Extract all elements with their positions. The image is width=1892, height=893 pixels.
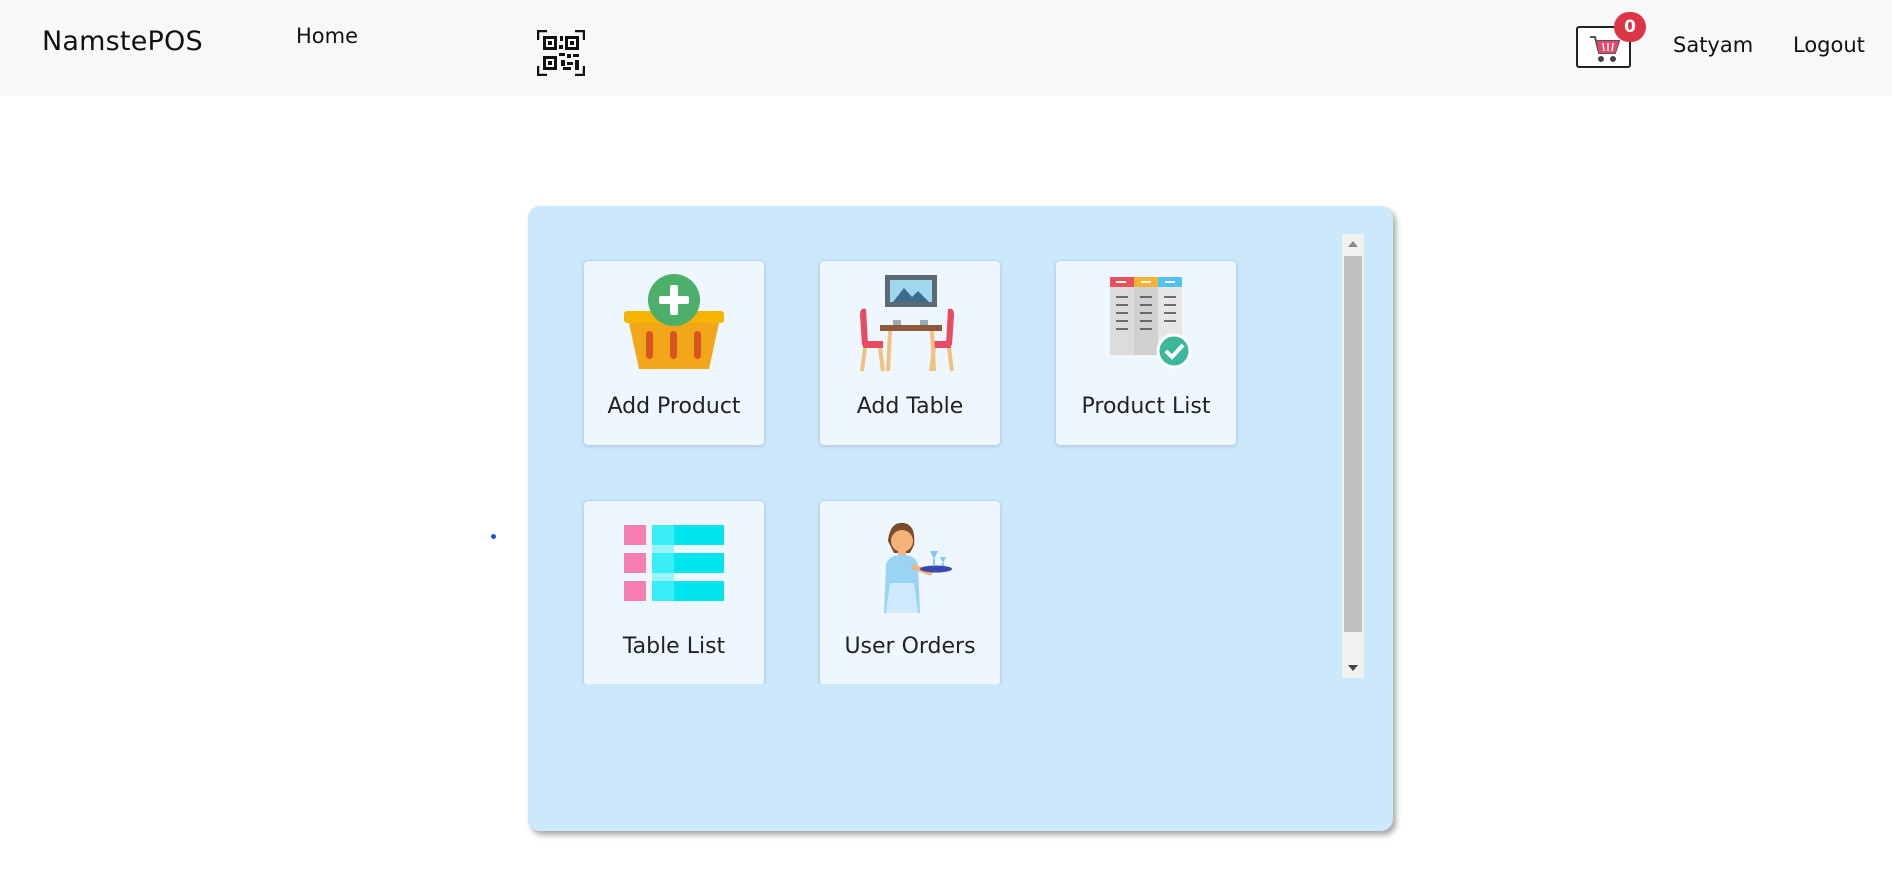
tile-table-list[interactable]: Table List xyxy=(583,500,765,684)
tile-label: Table List xyxy=(622,634,726,659)
nav-home-link[interactable]: Home xyxy=(296,24,358,48)
cart-count-badge: 0 xyxy=(1614,12,1646,42)
logout-link[interactable]: Logout xyxy=(1793,33,1865,57)
tile-user-orders[interactable]: User Orders xyxy=(819,500,1001,684)
brand-logo[interactable]: NamstePOS xyxy=(42,26,203,57)
tile-add-product[interactable]: Add Product xyxy=(583,260,765,446)
tile-label: Product List xyxy=(1081,394,1211,419)
navbar: NamstePOS Home 0 Satyam Logout xyxy=(0,0,1892,96)
dashboard-panel: Add Product Add Table Product List Table… xyxy=(528,206,1393,831)
scroll-down-arrow-icon[interactable] xyxy=(1342,658,1364,678)
tile-label: Add Product xyxy=(607,394,741,419)
menu-list-icon xyxy=(1110,277,1192,369)
basket-add-icon xyxy=(624,274,724,369)
user-name-link[interactable]: Satyam xyxy=(1673,33,1753,57)
table-list-icon xyxy=(624,525,724,601)
tile-product-list[interactable]: Product List xyxy=(1055,260,1237,446)
waitress-icon xyxy=(884,522,952,613)
tile-label: Add Table xyxy=(856,394,964,419)
scrollbar-thumb[interactable] xyxy=(1344,256,1362,632)
qr-code-icon[interactable] xyxy=(536,29,586,77)
dashboard-scroll-area[interactable]: Add Product Add Table Product List Table… xyxy=(564,234,1324,684)
shopping-cart-icon xyxy=(1590,36,1621,62)
focus-dot xyxy=(491,534,496,539)
tile-label: User Orders xyxy=(844,634,976,659)
dashboard-scrollbar[interactable] xyxy=(1342,234,1364,678)
tile-add-table[interactable]: Add Table xyxy=(819,260,1001,446)
scroll-up-arrow-icon[interactable] xyxy=(1342,234,1364,254)
dining-table-icon xyxy=(860,275,954,372)
